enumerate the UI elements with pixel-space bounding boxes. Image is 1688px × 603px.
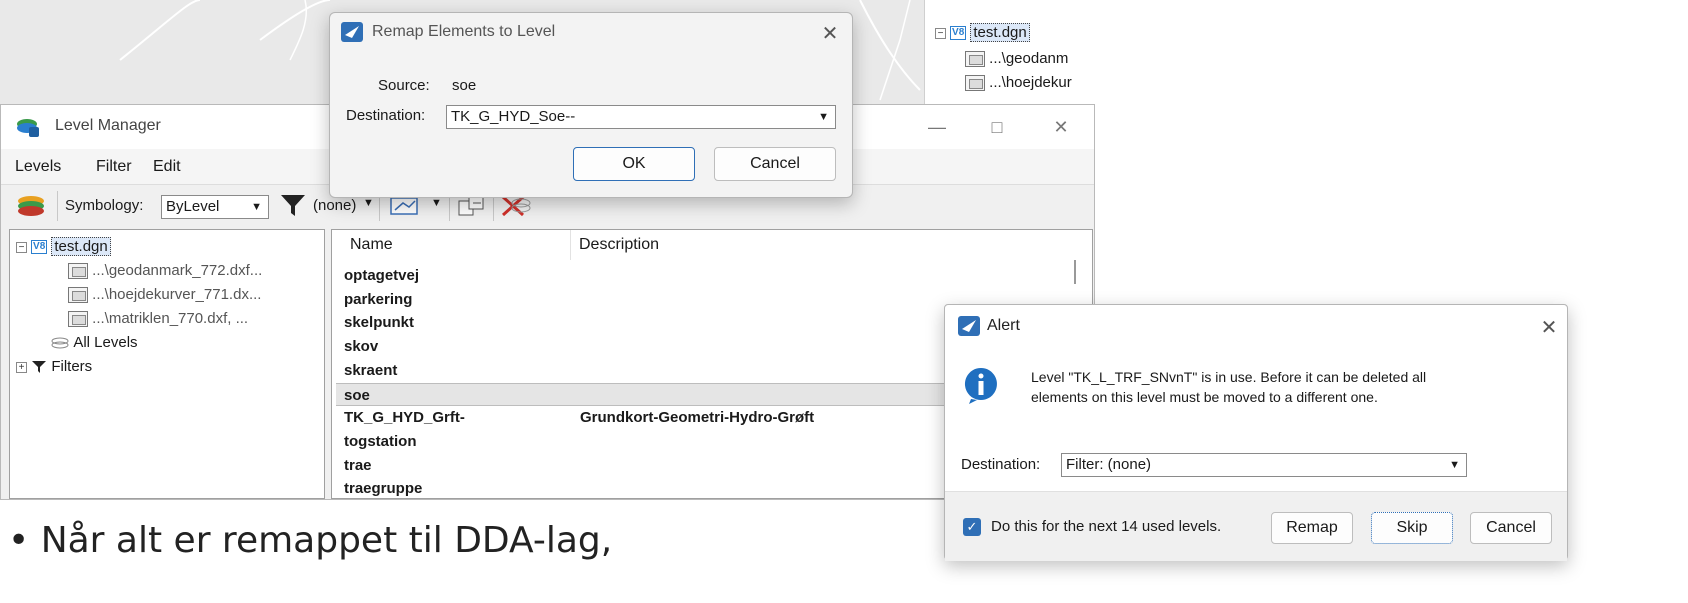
reference-file-icon [965, 75, 985, 92]
dialog-app-icon [341, 22, 363, 42]
tree-root-row[interactable]: − V8 test.dgn [935, 22, 1030, 44]
reference-file-icon [68, 263, 88, 280]
tree-ref-item[interactable]: ...\hoejdekur [965, 72, 1072, 94]
tree-all-levels[interactable]: All Levels [50, 332, 138, 354]
level-display-icon[interactable] [15, 193, 47, 219]
alert-message-line1: Level "TK_L_TRF_SNvnT" is in use. Before… [1031, 369, 1427, 385]
column-header-name[interactable]: Name [342, 230, 568, 260]
reference-file-icon [965, 51, 985, 68]
reference-file-icon [68, 287, 88, 304]
level-name: trae [344, 456, 372, 474]
menu-levels[interactable]: Levels [15, 158, 61, 176]
filters-label: Filters [51, 358, 93, 375]
tree-ref-item[interactable]: ...\geodanm [965, 48, 1068, 70]
level-edit-dropdown-icon[interactable]: ▼ [431, 197, 442, 209]
tree-ref-item[interactable]: ...\hoejdekurver_771.dx... [68, 284, 261, 306]
source-label: Source: [378, 77, 430, 94]
v8-file-icon: V8 [31, 240, 48, 255]
collapse-icon[interactable]: − [935, 27, 946, 39]
all-levels-label: All Levels [73, 334, 138, 351]
ok-button[interactable]: OK [573, 147, 695, 181]
cancel-button[interactable]: Cancel [714, 147, 836, 181]
level-tree-panel: − V8 test.dgn ...\geodanmark_772.dxf... … [9, 229, 325, 499]
destination-value: TK_G_HYD_Soe-- [451, 108, 576, 125]
level-row[interactable]: optagetvej [336, 264, 1076, 287]
close-icon[interactable]: ✕ [1537, 315, 1561, 340]
repeat-checkbox-label: Do this for the next 14 used levels. [991, 518, 1222, 535]
filter-dropdown-icon[interactable]: ▼ [363, 197, 374, 209]
all-levels-icon [51, 337, 69, 349]
collapse-icon[interactable]: − [16, 241, 27, 253]
alert-destination-label: Destination: [961, 456, 1041, 473]
level-name: traegruppe [344, 480, 423, 498]
remap-dialog-title: Remap Elements to Level [372, 23, 556, 40]
tree-filters[interactable]: + Filters [16, 356, 92, 378]
tree-ref-label: ...\hoejdekurver_771.dx... [92, 286, 262, 303]
tree-ref-item[interactable]: ...\matriklen_770.dxf, ... [68, 308, 248, 330]
chevron-down-icon: ▼ [1449, 459, 1460, 471]
tree-ref-item[interactable]: ...\geodanmark_772.dxf... [68, 260, 262, 282]
alert-dialog: Alert ✕ Level "TK_L_TRF_SNvnT" is in use… [944, 304, 1568, 561]
level-name: togstation [344, 432, 417, 450]
destination-label: Destination: [346, 107, 426, 124]
chevron-down-icon: ▼ [818, 111, 829, 123]
alert-content: Alert ✕ Level "TK_L_TRF_SNvnT" is in use… [945, 305, 1567, 491]
reference-file-icon [68, 311, 88, 328]
symbology-select[interactable]: ByLevel ▼ [161, 195, 269, 219]
window-title: Level Manager [55, 117, 161, 134]
remap-dialog: Remap Elements to Level ✕ Source: soe De… [329, 12, 853, 198]
alert-footer: ✓ Do this for the next 14 used levels. R… [945, 491, 1567, 561]
tree-ref-label: ...\hoejdekur [989, 74, 1072, 91]
minimize-button[interactable]: — [917, 113, 957, 141]
source-value: soe [452, 77, 477, 94]
level-name: skraent [344, 361, 398, 379]
destination-select[interactable]: TK_G_HYD_Soe-- ▼ [446, 105, 836, 129]
level-name: TK_G_HYD_Grft- [344, 409, 465, 427]
level-name: soe [344, 386, 370, 404]
level-name: skelpunkt [344, 314, 415, 332]
symbology-value: ByLevel [166, 198, 220, 215]
chevron-down-icon: ▼ [251, 201, 262, 213]
alert-destination-value: Filter: (none) [1066, 456, 1152, 473]
expand-icon[interactable]: + [16, 361, 27, 373]
tree-ref-label: ...\geodanmark_772.dxf... [92, 262, 263, 279]
slide-bullet-text: Når alt er remappet til DDA-lag, [40, 520, 613, 561]
filter-value[interactable]: (none) [313, 197, 356, 214]
tree-ref-label: ...\matriklen_770.dxf, ... [92, 310, 249, 327]
repeat-checkbox[interactable]: ✓ [963, 518, 981, 536]
symbology-label: Symbology: [65, 197, 144, 214]
level-name: optagetvej [344, 267, 420, 284]
reference-tree-panel: − V8 test.dgn ...\geodanm ...\hoejdekur [924, 0, 1096, 115]
close-button[interactable]: ✕ [1041, 113, 1081, 141]
column-header-description[interactable]: Description [570, 230, 1064, 260]
filter-funnel-icon[interactable] [279, 193, 307, 219]
tree-root-label: test.dgn [51, 237, 111, 256]
alert-cancel-button[interactable]: Cancel [1470, 512, 1552, 544]
alert-message-line2: elements on this level must be moved to … [1031, 389, 1378, 405]
menu-filter[interactable]: Filter [96, 158, 132, 176]
level-name: parkering [344, 290, 413, 308]
alert-destination-select[interactable]: Filter: (none) ▼ [1061, 453, 1467, 477]
alert-title: Alert [987, 317, 1020, 334]
level-manager-app-icon [17, 119, 39, 137]
tree-ref-label: ...\geodanm [989, 50, 1069, 67]
filter-funnel-icon [32, 361, 47, 374]
info-icon [964, 368, 997, 404]
slide-bullet: • Når alt er remappet til DDA-lag, [8, 520, 613, 561]
maximize-button[interactable]: □ [977, 113, 1017, 141]
tree-root-row[interactable]: − V8 test.dgn [16, 236, 111, 258]
import-levels-icon[interactable] [457, 195, 487, 217]
level-name: skov [344, 338, 379, 356]
menu-edit[interactable]: Edit [153, 158, 181, 176]
remap-button[interactable]: Remap [1271, 512, 1353, 544]
skip-button[interactable]: Skip [1371, 512, 1453, 544]
tree-root-label: test.dgn [970, 23, 1030, 42]
level-edit-icon[interactable] [389, 195, 419, 217]
close-icon[interactable]: ✕ [818, 21, 842, 46]
level-description: Grundkort-Geometri-Hydro-Grøft [580, 409, 815, 427]
dialog-app-icon [958, 316, 980, 336]
v8-file-icon: V8 [950, 26, 967, 41]
